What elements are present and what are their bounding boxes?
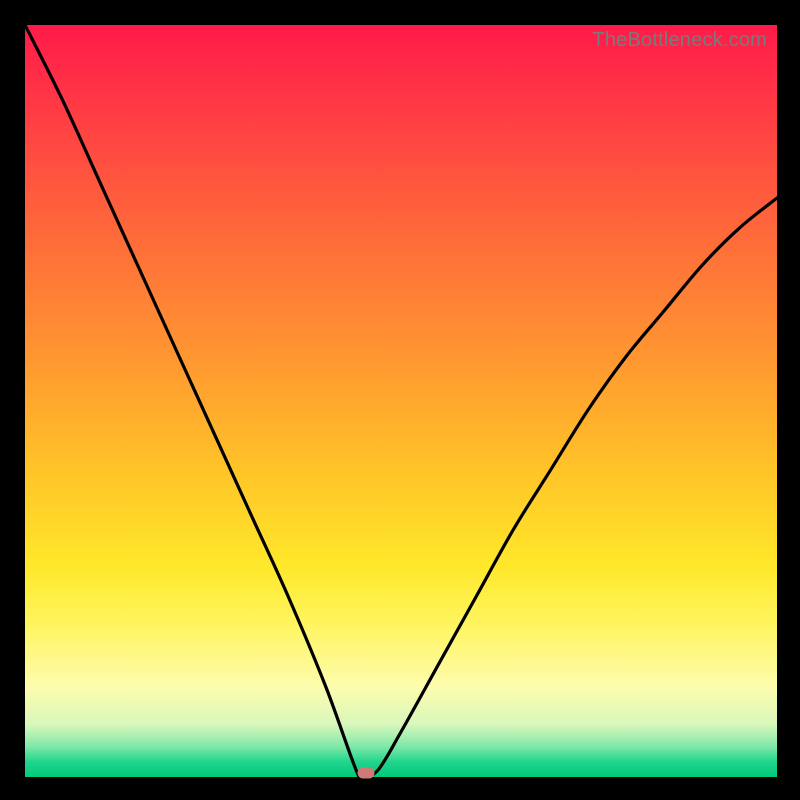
chart-frame: TheBottleneck.com (0, 0, 800, 800)
bottleneck-curve (25, 25, 777, 777)
watermark-text: TheBottleneck.com (592, 29, 767, 52)
min-marker (357, 768, 374, 779)
plot-area: TheBottleneck.com (25, 25, 777, 777)
